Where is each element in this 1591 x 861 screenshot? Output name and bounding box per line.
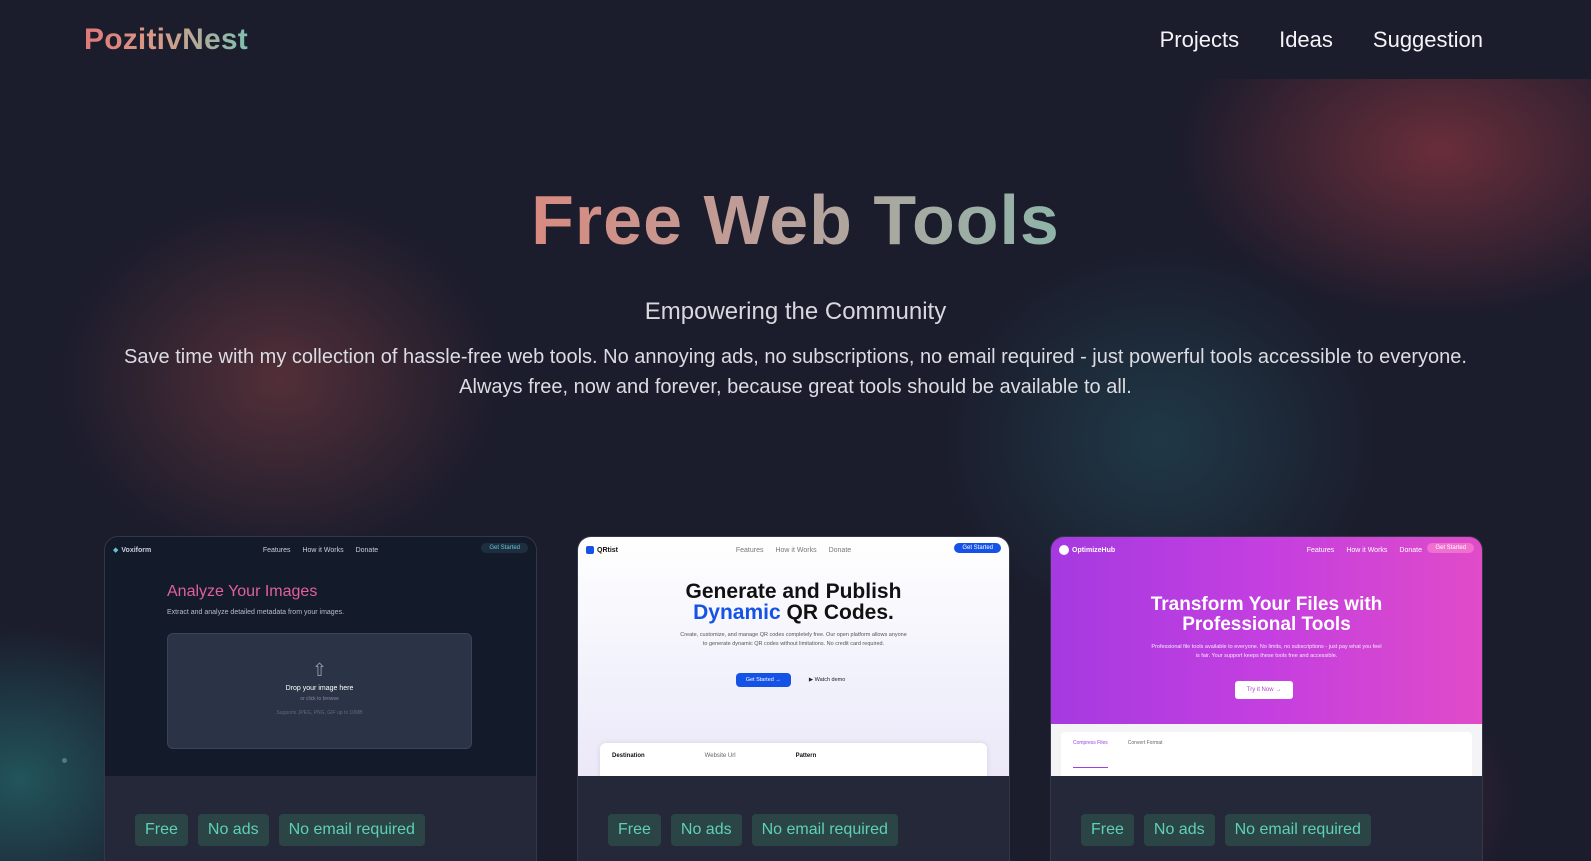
- tag-no-email: No email required: [278, 814, 425, 846]
- nav-ideas[interactable]: Ideas: [1279, 27, 1333, 53]
- preview-headline: Analyze Your Images: [167, 583, 318, 600]
- hero-description: Save time with my collection of hassle-f…: [124, 346, 1467, 398]
- tag-no-email: No email required: [751, 814, 898, 846]
- tag-free: Free: [608, 814, 661, 846]
- preview-cta: Get Started: [1427, 543, 1474, 553]
- preview-headline: Generate and Publish Dynamic QR Codes.: [685, 580, 902, 624]
- tag-free: Free: [135, 814, 188, 846]
- nav-suggestion[interactable]: Suggestion: [1373, 27, 1483, 53]
- card-preview-image: QRtist Features How it Works Donate Get …: [578, 537, 1009, 776]
- site-header: PozitivNest Projects Ideas Suggestion: [0, 0, 1591, 79]
- card-preview-image: OptimizeHub Features How it Works Donate…: [1051, 537, 1482, 776]
- preview-desc: Professional file tools available to eve…: [1151, 644, 1382, 659]
- tag-no-ads: No ads: [1143, 814, 1215, 846]
- hero-subtitle: Empowering the Community: [644, 298, 947, 325]
- preview-sub: Extract and analyze detailed metadata fr…: [167, 609, 345, 616]
- preview-buttons: Get Started → ▶ Watch demo: [578, 673, 1009, 687]
- card-tags: Free No ads No email required: [1051, 776, 1482, 846]
- card-tags: Free No ads No email required: [578, 776, 1009, 846]
- preview-desc: Create, customize, and manage QR codes c…: [680, 632, 907, 647]
- tag-no-ads: No ads: [670, 814, 742, 846]
- preview-nav: OptimizeHub Features How it Works Donate…: [1051, 543, 1482, 557]
- preview-cta: Get Started: [481, 543, 528, 553]
- nav-projects[interactable]: Projects: [1160, 27, 1239, 53]
- upload-icon: ⇧: [311, 660, 328, 680]
- preview-dropzone: ⇧ Drop your image here or click to brows…: [167, 633, 472, 749]
- card-tags: Free No ads No email required: [105, 776, 536, 846]
- preview-panel: Destination Website Url Pattern: [600, 743, 987, 776]
- preview-nav: ◆ Voxiform Features How it Works Donate G…: [105, 543, 536, 557]
- project-card-voxiform[interactable]: ◆ Voxiform Features How it Works Donate G…: [104, 536, 537, 861]
- project-card-optimizehub[interactable]: OptimizeHub Features How it Works Donate…: [1050, 536, 1483, 861]
- hero-section: Free Web Tools Empowering the Community …: [0, 180, 1591, 402]
- preview-cta: Get Started: [954, 543, 1001, 553]
- main-nav: Projects Ideas Suggestion: [1160, 27, 1483, 53]
- site-logo[interactable]: PozitivNest: [84, 23, 248, 57]
- hero-title: Free Web Tools: [531, 181, 1060, 259]
- tag-free: Free: [1081, 814, 1134, 846]
- project-card-qrtist[interactable]: QRtist Features How it Works Donate Get …: [577, 536, 1010, 861]
- preview-try-button: Try it Now →: [1235, 681, 1293, 699]
- project-cards: ◆ Voxiform Features How it Works Donate G…: [104, 536, 1483, 861]
- preview-headline: Transform Your Files with Professional T…: [1150, 594, 1383, 635]
- preview-nav: QRtist Features How it Works Donate Get …: [578, 543, 1009, 557]
- tag-no-ads: No ads: [197, 814, 269, 846]
- preview-lower: Compress Files Convert Format: [1051, 724, 1482, 776]
- card-preview-image: ◆ Voxiform Features How it Works Donate G…: [105, 537, 536, 776]
- decorative-dot: [62, 758, 67, 763]
- tag-no-email: No email required: [1224, 814, 1371, 846]
